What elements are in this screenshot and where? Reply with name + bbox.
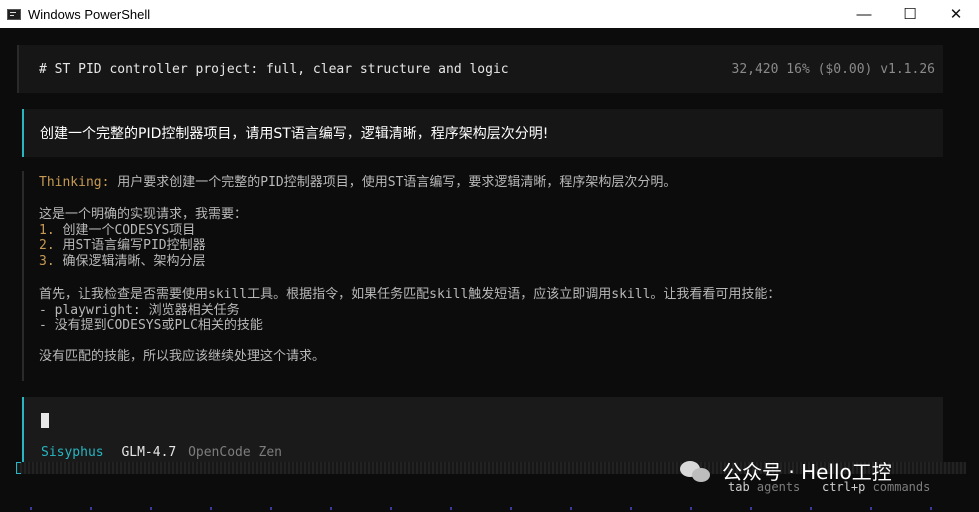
step-text: 确保逻辑清晰、架构分层: [54, 254, 206, 269]
thinking-summary: 用户要求创建一个完整的PID控制器项目，使用ST语言编写，要求逻辑清晰，程序架构…: [109, 175, 677, 190]
skill-item: - 没有提到CODESYS或PLC相关的技能: [39, 318, 263, 333]
step-number: 2.: [39, 238, 55, 253]
thinking-block: Thinking: 用户要求创建一个完整的PID控制器项目，使用ST语言编写，要…: [22, 171, 943, 381]
close-button[interactable]: ✕: [933, 0, 979, 28]
thinking-intro: 这是一个明确的实现请求，我需要：: [39, 207, 248, 222]
prompt-input[interactable]: Sisyphus GLM-4.7 OpenCode Zen: [22, 397, 943, 462]
user-message-text: 创建一个完整的PID控制器项目，请用ST语言编写，逻辑清晰，程序架构层次分明!: [40, 126, 549, 142]
session-header: # ST PID controller project: full, clear…: [17, 45, 943, 93]
prompt-status: Sisyphus GLM-4.7 OpenCode Zen: [41, 445, 282, 460]
ctrl-label: commands: [872, 480, 931, 494]
user-message: 创建一个完整的PID控制器项目，请用ST语言编写，逻辑清晰，程序架构层次分明!: [22, 109, 943, 157]
model-name[interactable]: GLM-4.7: [121, 445, 176, 460]
ctrl-key: ctrl+p: [821, 480, 866, 494]
session-meta: 32,420 16% ($0.00) v1.1.26: [731, 61, 936, 77]
powershell-icon: [7, 8, 21, 20]
strip-marker: [16, 462, 21, 474]
agent-name[interactable]: Sisyphus: [41, 445, 104, 460]
step-item: 2. 用ST语言编写PID控制器: [39, 238, 206, 253]
text-cursor: [41, 413, 49, 428]
window-title: Windows PowerShell: [28, 6, 151, 22]
step-item: 1. 创建一个CODESYS项目: [39, 223, 195, 238]
step-number: 3.: [39, 254, 55, 269]
thinking-label: Thinking:: [39, 175, 110, 190]
keyboard-hints: tab agents ctrl+p commands: [728, 480, 930, 494]
tab-label: agents: [756, 480, 801, 494]
bottom-border: [0, 507, 979, 510]
minimize-button[interactable]: —: [841, 0, 887, 28]
tab-key: tab: [728, 480, 750, 494]
wechat-icon: [680, 459, 712, 483]
session-title: # ST PID controller project: full, clear…: [39, 61, 509, 77]
thinking-conclusion: 没有匹配的技能，所以我应该继续处理这个请求。: [39, 349, 326, 364]
skill-item: - playwright: 浏览器相关任务: [39, 303, 240, 318]
provider-name: OpenCode Zen: [188, 445, 282, 460]
title-bar: Windows PowerShell — ☐ ✕: [0, 0, 979, 28]
step-text: 创建一个CODESYS项目: [54, 223, 196, 238]
maximize-button[interactable]: ☐: [887, 0, 933, 28]
thinking-summary-line: Thinking: 用户要求创建一个完整的PID控制器项目，使用ST语言编写，要…: [39, 175, 676, 190]
step-item: 3. 确保逻辑清晰、架构分层: [39, 254, 205, 269]
thinking-check: 首先，让我检查是否需要使用skill工具。根据指令，如果任务匹配skill触发短…: [39, 287, 781, 302]
step-number: 1.: [39, 223, 55, 238]
step-text: 用ST语言编写PID控制器: [54, 238, 206, 253]
